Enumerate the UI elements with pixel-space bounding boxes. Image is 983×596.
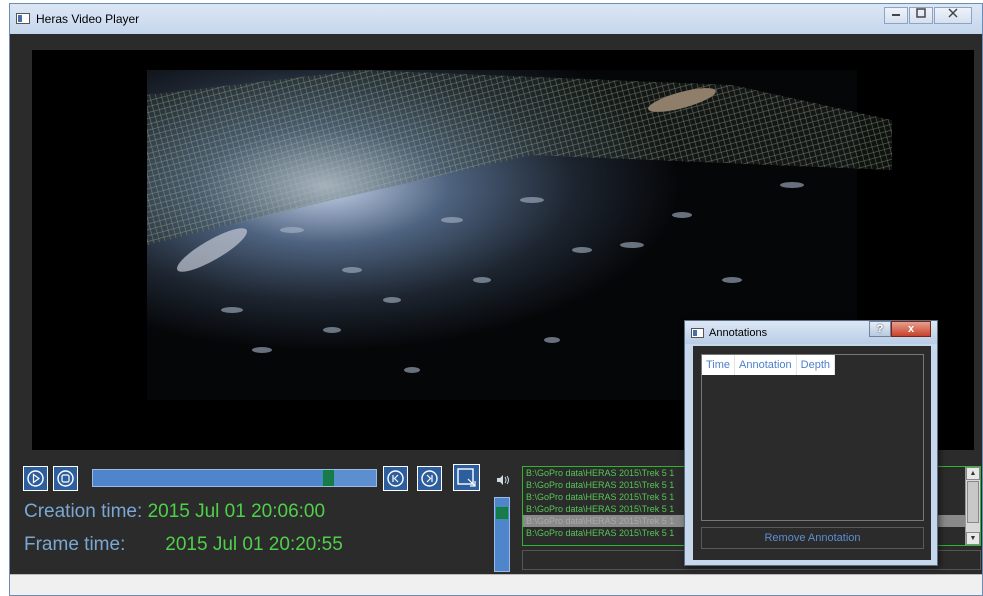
stop-button[interactable]: [53, 466, 78, 491]
stop-icon: [57, 470, 74, 487]
creation-time-row: Creation time: 2015 Jul 01 20:06:00: [24, 501, 325, 523]
title-bar: Heras Video Player: [10, 4, 982, 34]
seek-fill: [93, 470, 328, 486]
minimize-icon: [892, 14, 900, 16]
skip-forward-icon: [421, 470, 438, 487]
list-scrollbar[interactable]: ▲ ▼: [965, 467, 980, 545]
previous-frame-button[interactable]: [383, 466, 408, 491]
frame-time-row: Frame time: 2015 Jul 01 20:20:55: [24, 534, 343, 556]
next-frame-button[interactable]: [417, 466, 442, 491]
scroll-thumb[interactable]: [967, 481, 979, 523]
volume-slider[interactable]: [494, 497, 510, 572]
maximize-icon: [916, 8, 926, 18]
maximize-button[interactable]: [909, 7, 933, 24]
table-header: Time Annotation Depth: [702, 355, 836, 375]
dialog-close-button[interactable]: x: [891, 321, 931, 337]
close-icon: [948, 8, 958, 18]
column-time[interactable]: Time: [702, 355, 736, 375]
help-button[interactable]: ?: [869, 321, 891, 337]
scroll-down-icon[interactable]: ▼: [966, 532, 980, 545]
dialog-icon: [691, 328, 704, 338]
select-region-button[interactable]: [453, 464, 480, 491]
volume-handle[interactable]: [496, 507, 508, 519]
dialog-body: Time Annotation Depth Remove Annotation: [693, 346, 931, 560]
seek-handle[interactable]: [322, 470, 334, 486]
select-region-icon: [457, 468, 476, 487]
frame-time-value: 2015 Jul 01 20:20:55: [165, 534, 343, 555]
close-button[interactable]: [934, 7, 972, 24]
window-title: Heras Video Player: [36, 12, 140, 26]
skip-back-icon: [387, 470, 404, 487]
play-icon: [27, 470, 44, 487]
scroll-up-icon[interactable]: ▲: [966, 467, 980, 480]
creation-time-label: Creation time:: [24, 501, 143, 522]
minimize-button[interactable]: [884, 7, 908, 24]
remove-annotation-button[interactable]: Remove Annotation: [701, 527, 924, 549]
annotations-table[interactable]: Time Annotation Depth: [701, 354, 924, 521]
dialog-title-bar: Annotations ? x: [685, 321, 937, 344]
play-button[interactable]: [23, 466, 48, 491]
app-icon: [16, 13, 30, 24]
column-depth[interactable]: Depth: [797, 355, 836, 375]
volume-icon[interactable]: [496, 474, 510, 489]
creation-time-value: 2015 Jul 01 20:06:00: [147, 501, 326, 522]
annotations-dialog: Annotations ? x Time Annotation Depth Re…: [684, 320, 938, 566]
column-annotation[interactable]: Annotation: [735, 355, 797, 375]
dialog-title: Annotations: [709, 327, 768, 339]
seek-slider[interactable]: [92, 469, 377, 487]
frame-time-label: Frame time:: [24, 534, 126, 555]
status-bar: [10, 574, 982, 595]
